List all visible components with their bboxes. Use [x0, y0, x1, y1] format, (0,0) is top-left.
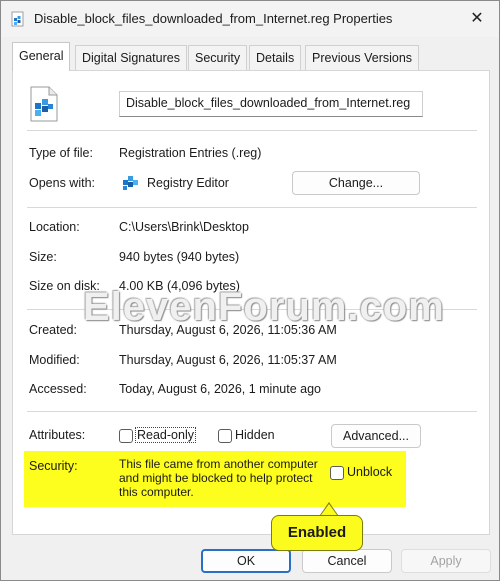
accessed-label: Accessed: [29, 382, 87, 396]
change-button-label: Change... [328, 176, 384, 190]
tab-details[interactable]: Details [249, 45, 302, 70]
separator [27, 207, 477, 208]
separator [27, 411, 477, 412]
tab-previous-versions[interactable]: Previous Versions [305, 45, 420, 70]
close-icon: ✕ [470, 10, 484, 27]
registry-editor-icon [123, 176, 138, 190]
modified-value: Thursday, August 6, 2026, 11:05:37 AM [119, 353, 337, 367]
size-value: 940 bytes (940 bytes) [119, 250, 240, 264]
opens-with-value: Registry Editor [147, 176, 229, 190]
read-only-label[interactable]: Read-only [135, 427, 196, 443]
advanced-button-label: Advanced... [342, 429, 409, 443]
registry-file-icon [11, 11, 24, 27]
location-value: C:\Users\Brink\Desktop [119, 220, 249, 234]
properties-window: Disable_block_files_downloaded_from_Inte… [0, 0, 500, 581]
change-button[interactable]: Change... [292, 171, 420, 195]
modified-label: Modified: [29, 353, 80, 367]
tab-digital-signatures[interactable]: Digital Signatures [75, 45, 187, 70]
title-bar: Disable_block_files_downloaded_from_Inte… [1, 1, 499, 37]
location-label: Location: [29, 220, 80, 234]
filename-field[interactable]: Disable_block_files_downloaded_from_Inte… [119, 91, 423, 117]
security-message: This file came from another computer and… [119, 457, 318, 499]
separator [27, 130, 477, 131]
cancel-button-label: Cancel [327, 554, 367, 568]
window-title: Disable_block_files_downloaded_from_Inte… [34, 11, 393, 26]
callout-pointer [321, 504, 337, 515]
ok-button[interactable]: OK [201, 549, 291, 573]
apply-button-label: Apply [430, 554, 462, 568]
ok-button-label: OK [236, 554, 256, 568]
security-highlight: Security: This file came from another co… [24, 451, 406, 507]
enabled-callout: Enabled [271, 515, 363, 551]
watermark: ElevenForum.com [83, 285, 445, 329]
tab-general[interactable]: General [12, 42, 71, 71]
security-label: Security: [29, 459, 78, 473]
accessed-value: Today, August 6, 2026, 1 minute ago [119, 382, 321, 396]
unblock-label[interactable]: Unblock [347, 465, 392, 479]
cancel-button[interactable]: Cancel [302, 549, 392, 573]
unblock-checkbox[interactable] [330, 466, 344, 480]
type-of-file-value: Registration Entries (.reg) [119, 146, 262, 160]
tab-security[interactable]: Security [188, 45, 248, 70]
registry-file-large-icon [30, 86, 58, 122]
size-label: Size: [29, 250, 57, 264]
created-label: Created: [29, 323, 77, 337]
apply-button[interactable]: Apply [401, 549, 491, 573]
hidden-label[interactable]: Hidden [235, 428, 275, 442]
close-button[interactable]: ✕ [465, 7, 489, 31]
advanced-button[interactable]: Advanced... [331, 424, 421, 448]
type-of-file-label: Type of file: [29, 146, 93, 160]
hidden-checkbox[interactable] [218, 429, 232, 443]
opens-with-label: Opens with: [29, 176, 96, 190]
attributes-label: Attributes: [29, 428, 86, 442]
read-only-checkbox[interactable] [119, 429, 133, 443]
